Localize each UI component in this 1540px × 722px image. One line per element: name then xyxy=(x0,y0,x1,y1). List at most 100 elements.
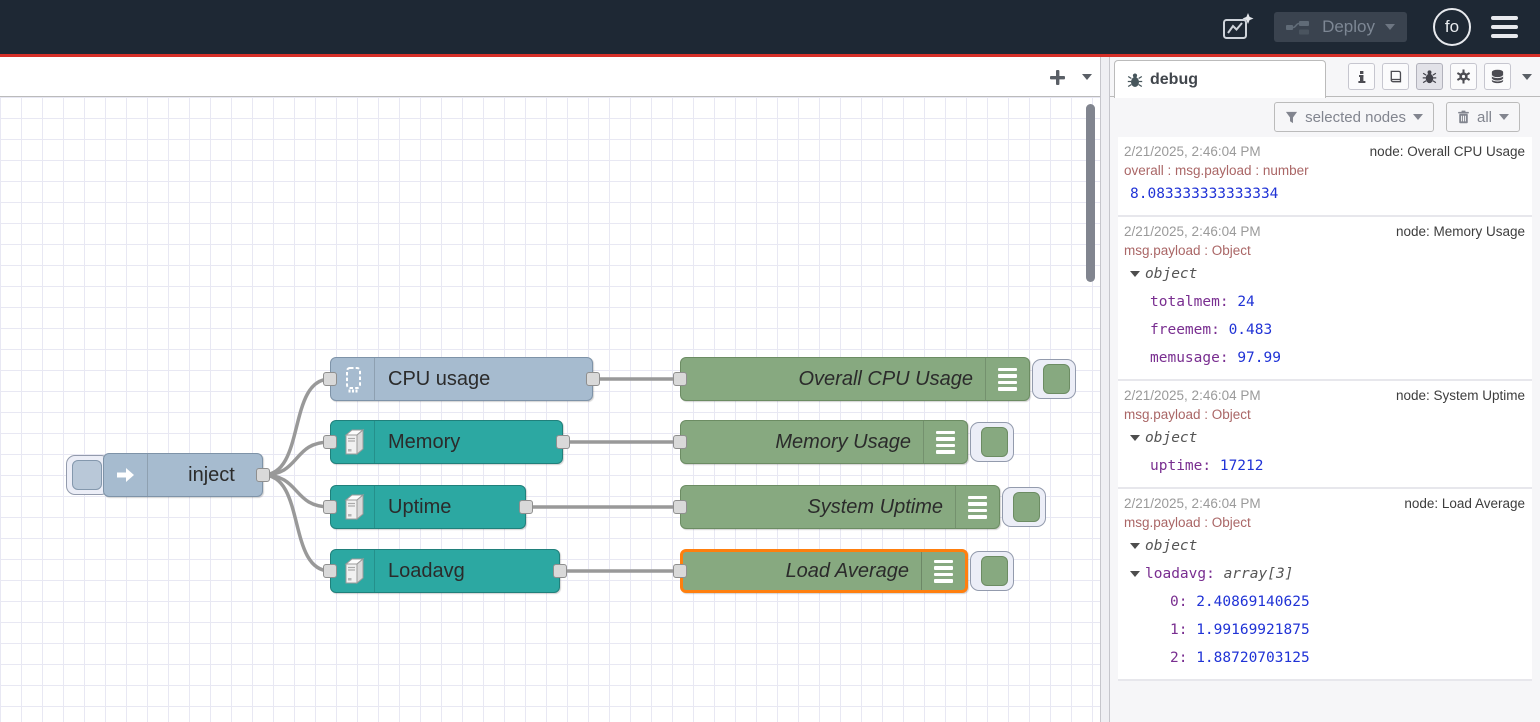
debug-enable-toggle[interactable] xyxy=(981,427,1008,457)
tab-debug-label: debug xyxy=(1150,71,1198,89)
node-loadavg[interactable]: Loadavg xyxy=(330,549,560,593)
node-debug-system-uptime[interactable]: System Uptime xyxy=(680,485,1000,529)
sidebar-divider[interactable] xyxy=(1100,57,1110,722)
inject-icon xyxy=(104,454,148,496)
message-timestamp: 2/21/2025, 2:46:04 PM xyxy=(1124,494,1261,513)
node-label: System Uptime xyxy=(681,496,955,519)
clear-chevron-icon xyxy=(1499,114,1509,120)
object-label: object xyxy=(1145,430,1197,446)
object-value: 17212 xyxy=(1220,458,1264,474)
gear-icon xyxy=(1456,69,1471,84)
output-port[interactable] xyxy=(586,372,600,386)
node-label: Memory xyxy=(375,431,460,454)
config-tab-button[interactable] xyxy=(1450,63,1477,90)
input-port[interactable] xyxy=(323,372,337,386)
message-timestamp: 2/21/2025, 2:46:04 PM xyxy=(1124,222,1261,241)
debug-message[interactable]: 2/21/2025, 2:46:04 PM node: System Uptim… xyxy=(1118,381,1532,489)
tab-debug[interactable]: debug xyxy=(1114,60,1326,98)
server-icon xyxy=(331,486,375,528)
debug-toggle-frame xyxy=(1002,487,1046,527)
server-icon xyxy=(331,550,375,592)
add-flow-button[interactable] xyxy=(1049,69,1066,86)
message-property: msg.payload : Object xyxy=(1124,405,1527,424)
message-property: msg.payload : Object xyxy=(1124,241,1527,260)
array-value: 2.40869140625 xyxy=(1196,594,1310,610)
object-key: memusage: xyxy=(1150,350,1229,366)
node-debug-overall-cpu-usage[interactable]: Overall CPU Usage xyxy=(680,357,1030,401)
deploy-label: Deploy xyxy=(1322,17,1375,37)
info-tab-button[interactable] xyxy=(1348,63,1375,90)
debug-enable-toggle[interactable] xyxy=(1013,492,1040,522)
node-memory[interactable]: Memory xyxy=(330,420,563,464)
debug-toggle-frame xyxy=(970,551,1014,591)
debug-clear-button[interactable]: all xyxy=(1446,102,1520,132)
input-port[interactable] xyxy=(673,500,687,514)
object-key: totalmem: xyxy=(1150,294,1229,310)
input-port[interactable] xyxy=(323,500,337,514)
array-index: 1: xyxy=(1170,622,1187,638)
debug-tab-button[interactable] xyxy=(1416,63,1443,90)
array-index: 0: xyxy=(1170,594,1187,610)
debug-enable-toggle[interactable] xyxy=(1043,364,1070,394)
message-node-name: node: Memory Usage xyxy=(1396,222,1527,241)
help-tab-button[interactable] xyxy=(1382,63,1409,90)
output-port[interactable] xyxy=(556,435,570,449)
chart-sparkle-icon xyxy=(1221,12,1255,42)
avatar-initials: fo xyxy=(1445,17,1459,37)
node-debug-load-average[interactable]: Load Average xyxy=(680,549,968,593)
sidebar-menu-chevron-icon[interactable] xyxy=(1522,74,1532,80)
deploy-button[interactable]: Deploy xyxy=(1274,12,1407,42)
collapse-triangle-icon[interactable] xyxy=(1130,271,1140,277)
object-value: 24 xyxy=(1237,294,1254,310)
collapse-triangle-icon[interactable] xyxy=(1130,435,1140,441)
deploy-icon xyxy=(1286,19,1312,35)
message-node-name: node: System Uptime xyxy=(1396,386,1527,405)
message-property: overall : msg.payload : number xyxy=(1124,161,1527,180)
debug-message[interactable]: 2/21/2025, 2:46:04 PM node: Memory Usage… xyxy=(1118,217,1532,381)
node-label: Load Average xyxy=(683,560,921,583)
object-key: freemem: xyxy=(1150,322,1220,338)
array-value: 1.99169921875 xyxy=(1196,622,1310,638)
output-port[interactable] xyxy=(256,468,270,482)
node-label: Memory Usage xyxy=(681,431,923,454)
debug-message[interactable]: 2/21/2025, 2:46:04 PM node: Load Average… xyxy=(1118,489,1532,681)
node-cpu-usage[interactable]: CPU usage xyxy=(330,357,593,401)
collapse-triangle-icon[interactable] xyxy=(1130,543,1140,549)
input-port[interactable] xyxy=(673,564,687,578)
flow-list-chevron-icon[interactable] xyxy=(1082,74,1092,80)
canvas-vertical-scrollbar[interactable] xyxy=(1086,104,1095,282)
input-port[interactable] xyxy=(323,564,337,578)
inject-trigger-button[interactable] xyxy=(72,460,102,490)
node-label: inject xyxy=(175,464,235,487)
trash-icon xyxy=(1457,110,1470,124)
debug-filter-button[interactable]: selected nodes xyxy=(1274,102,1434,132)
main-menu-button[interactable] xyxy=(1487,12,1522,42)
node-uptime[interactable]: Uptime xyxy=(330,485,526,529)
ai-assistant-button[interactable] xyxy=(1218,9,1258,45)
array-value: 1.88720703125 xyxy=(1196,650,1310,666)
object-label: object xyxy=(1145,266,1197,282)
message-timestamp: 2/21/2025, 2:46:04 PM xyxy=(1124,386,1261,405)
input-port[interactable] xyxy=(673,435,687,449)
header-bar: Deploy fo xyxy=(0,0,1540,54)
debug-toolbar: selected nodes all xyxy=(1110,97,1540,137)
debug-message[interactable]: 2/21/2025, 2:46:04 PM node: Overall CPU … xyxy=(1118,137,1532,217)
output-port[interactable] xyxy=(553,564,567,578)
input-port[interactable] xyxy=(323,435,337,449)
output-port[interactable] xyxy=(519,500,533,514)
deploy-chevron-icon[interactable] xyxy=(1385,24,1395,30)
object-value: 97.99 xyxy=(1237,350,1281,366)
context-tab-button[interactable] xyxy=(1484,63,1511,90)
array-type-label: array[3] xyxy=(1224,566,1294,582)
array-index: 2: xyxy=(1170,650,1187,666)
node-debug-memory-usage[interactable]: Memory Usage xyxy=(680,420,968,464)
flow-canvas[interactable] xyxy=(0,97,1100,722)
node-inject[interactable]: inject xyxy=(103,453,263,497)
user-avatar[interactable]: fo xyxy=(1433,8,1471,46)
hamburger-icon xyxy=(1491,16,1518,20)
input-port[interactable] xyxy=(673,372,687,386)
debug-enable-toggle[interactable] xyxy=(981,556,1008,586)
debug-list-icon xyxy=(955,486,999,528)
collapse-triangle-icon[interactable] xyxy=(1130,571,1140,577)
node-label: Loadavg xyxy=(375,560,465,583)
